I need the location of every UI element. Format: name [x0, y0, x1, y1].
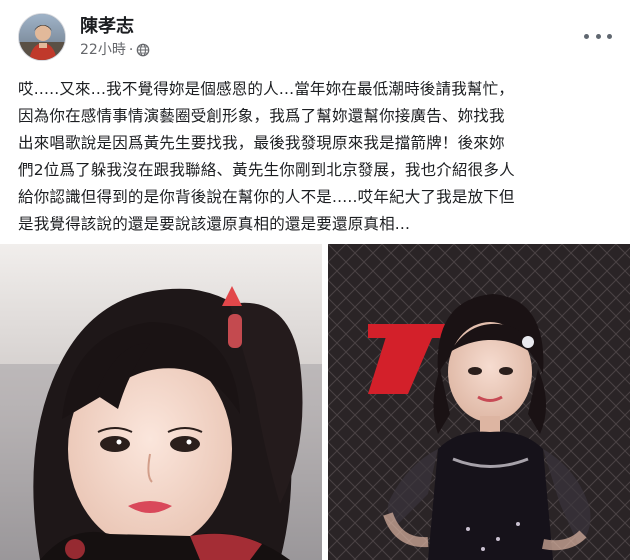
post-header: 陳孝志 22小時 ·: [18, 12, 150, 62]
avatar-image: [19, 14, 65, 60]
stage-photo-icon: [328, 244, 630, 560]
photo-grid: [0, 244, 630, 560]
globe-icon[interactable]: [136, 43, 150, 57]
photo-right[interactable]: [328, 244, 630, 560]
avatar[interactable]: [18, 13, 66, 61]
separator: ·: [128, 41, 134, 58]
post-text-line: 是我覺得該說的還是要說該還原真相的還是要還原真相...: [18, 215, 411, 233]
post-timestamp-row: 22小時 ·: [80, 40, 150, 60]
post-text-line: 因為你在感情事情演藝圈受創形象，我爲了幫妳還幫你接廣告、妳找我: [18, 107, 505, 125]
post-text-line: 們2位爲了躲我沒在跟我聯絡、黃先生你剛到北京發展，我也介紹很多人: [18, 161, 515, 179]
post-text-line: 哎.....又來...我不覺得妳是個感恩的人...當年妳在最低潮時後請我幫忙，: [18, 80, 514, 98]
portrait-photo-icon: [0, 244, 322, 560]
author-name[interactable]: 陳孝志: [80, 15, 150, 39]
post-text-line: 給你認識但得到的是你背後說在幫你的人不是.....哎年紀大了我是放下但: [18, 188, 515, 206]
post-time[interactable]: 22小時: [80, 40, 126, 60]
post-text-line: 出來唱歌說是因爲黃先生要找我，最後我發現原來我是擋箭牌！後來妳: [18, 134, 505, 152]
post-meta: 陳孝志 22小時 ·: [80, 15, 150, 60]
photo-left[interactable]: [0, 244, 322, 560]
facebook-post: 陳孝志 22小時 · 哎.....又來...我不覺得妳是個感恩的人...當年妳在…: [0, 0, 630, 560]
more-options-icon[interactable]: [584, 26, 612, 46]
post-text: 哎.....又來...我不覺得妳是個感恩的人...當年妳在最低潮時後請我幫忙， …: [18, 76, 618, 238]
